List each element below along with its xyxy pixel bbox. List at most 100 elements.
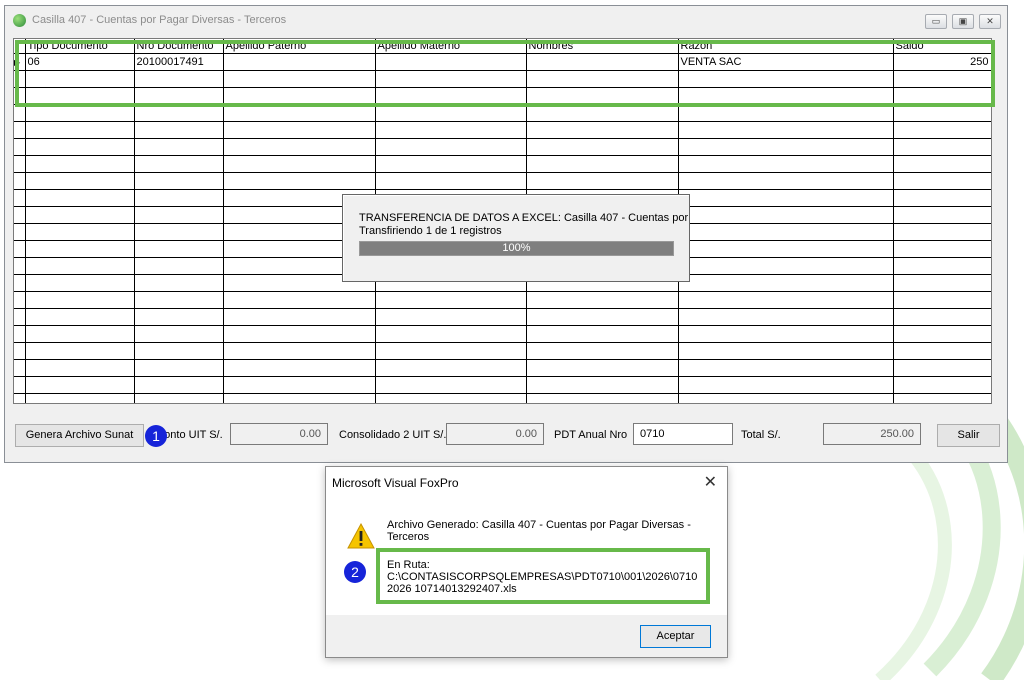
grid-cell[interactable]	[223, 155, 376, 173]
grid-cell[interactable]	[223, 138, 376, 156]
grid-cell[interactable]	[893, 206, 991, 224]
grid-cell[interactable]	[893, 393, 991, 403]
grid-cell[interactable]	[223, 342, 376, 360]
grid-cell[interactable]	[678, 240, 894, 258]
grid-cell[interactable]	[678, 291, 894, 309]
grid-cell[interactable]	[25, 325, 135, 343]
grid-cell[interactable]	[134, 138, 224, 156]
grid-cell[interactable]	[134, 206, 224, 224]
grid-cell[interactable]	[678, 172, 894, 190]
grid-cell[interactable]	[893, 308, 991, 326]
grid-cell[interactable]	[134, 223, 224, 241]
grid-cell[interactable]	[893, 223, 991, 241]
grid-cell[interactable]	[678, 325, 894, 343]
grid-cell[interactable]	[25, 189, 135, 207]
consolidado-field[interactable]: 0.00	[446, 423, 544, 445]
cell-saldo[interactable]: 250	[893, 53, 991, 71]
grid-cell[interactable]	[678, 359, 894, 377]
grid-cell[interactable]	[134, 376, 224, 394]
column-header[interactable]: Saldo	[893, 39, 991, 54]
grid-cell[interactable]	[678, 155, 894, 173]
column-header[interactable]: Apellido Materno	[375, 39, 527, 54]
grid-cell[interactable]	[134, 393, 224, 403]
grid-cell[interactable]	[25, 172, 135, 190]
column-header[interactable]: Nro Documento	[134, 39, 224, 54]
grid-cell[interactable]	[134, 189, 224, 207]
grid-cell[interactable]	[678, 223, 894, 241]
grid-cell[interactable]	[893, 342, 991, 360]
grid-cell[interactable]	[25, 274, 135, 292]
grid-cell[interactable]	[375, 393, 527, 403]
grid-cell[interactable]	[678, 376, 894, 394]
grid-cell[interactable]	[526, 138, 679, 156]
grid-cell[interactable]	[526, 325, 679, 343]
grid-cell[interactable]	[678, 274, 894, 292]
table-row[interactable]	[14, 87, 991, 105]
pdt-anual-field[interactable]: 0710	[633, 423, 733, 445]
grid-cell[interactable]	[25, 359, 135, 377]
grid-cell[interactable]	[375, 342, 527, 360]
grid-cell[interactable]	[678, 342, 894, 360]
grid-cell[interactable]	[678, 189, 894, 207]
cell-tipo-documento[interactable]: 06	[25, 53, 135, 71]
grid-cell[interactable]	[526, 308, 679, 326]
grid-cell[interactable]	[526, 376, 679, 394]
accept-button[interactable]: Aceptar	[640, 625, 711, 648]
grid-cell[interactable]	[134, 325, 224, 343]
column-header[interactable]: Tipo Documento	[25, 39, 135, 54]
grid-cell[interactable]	[134, 359, 224, 377]
grid-cell[interactable]	[678, 257, 894, 275]
column-header[interactable]: Nombres	[526, 39, 679, 54]
table-row[interactable]	[14, 376, 991, 394]
column-header[interactable]: Razon	[678, 39, 894, 54]
grid-cell[interactable]	[25, 87, 135, 105]
grid-cell[interactable]	[25, 223, 135, 241]
grid-cell[interactable]	[678, 206, 894, 224]
grid-cell[interactable]	[893, 240, 991, 258]
grid-cell[interactable]	[893, 291, 991, 309]
cell-razon[interactable]: VENTA SAC	[678, 53, 894, 71]
grid-cell[interactable]	[526, 359, 679, 377]
column-header[interactable]: Apellido Paterno	[223, 39, 376, 54]
grid-cell[interactable]	[223, 359, 376, 377]
grid-cell[interactable]	[223, 376, 376, 394]
grid-cell[interactable]	[893, 121, 991, 139]
table-row[interactable]	[14, 291, 991, 309]
grid-cell[interactable]	[25, 206, 135, 224]
grid-cell[interactable]	[526, 172, 679, 190]
grid-cell[interactable]	[678, 70, 894, 88]
grid-cell[interactable]	[375, 376, 527, 394]
grid-cell[interactable]	[25, 121, 135, 139]
grid-cell[interactable]	[25, 240, 135, 258]
grid-cell[interactable]	[223, 325, 376, 343]
grid-cell[interactable]	[375, 70, 527, 88]
grid-cell[interactable]	[893, 172, 991, 190]
table-row[interactable]	[14, 342, 991, 360]
grid-cell[interactable]	[25, 138, 135, 156]
grid-cell[interactable]	[893, 325, 991, 343]
grid-cell[interactable]	[134, 104, 224, 122]
grid-cell[interactable]	[25, 257, 135, 275]
grid-cell[interactable]	[134, 121, 224, 139]
grid-cell[interactable]	[893, 155, 991, 173]
grid-cell[interactable]	[134, 274, 224, 292]
grid-cell[interactable]	[893, 274, 991, 292]
grid-cell[interactable]	[375, 172, 527, 190]
grid-cell[interactable]	[375, 325, 527, 343]
maximize-button[interactable]: ▣	[952, 14, 974, 29]
grid-cell[interactable]	[526, 291, 679, 309]
grid-cell[interactable]	[375, 87, 527, 105]
grid-cell[interactable]	[134, 87, 224, 105]
grid-cell[interactable]	[375, 138, 527, 156]
table-row[interactable]	[14, 155, 991, 173]
cell-apellido-paterno[interactable]	[223, 53, 376, 71]
grid-cell[interactable]	[223, 104, 376, 122]
grid-cell[interactable]	[223, 291, 376, 309]
cell-nombres[interactable]	[526, 53, 679, 71]
grid-cell[interactable]	[526, 393, 679, 403]
grid-cell[interactable]	[25, 342, 135, 360]
grid-cell[interactable]	[893, 87, 991, 105]
grid-cell[interactable]	[375, 155, 527, 173]
grid-cell[interactable]	[893, 257, 991, 275]
grid-cell[interactable]	[25, 393, 135, 403]
